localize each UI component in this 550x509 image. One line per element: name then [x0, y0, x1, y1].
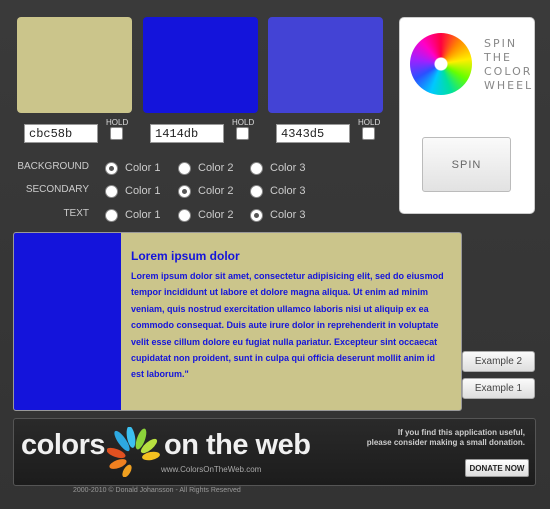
row-label-text: TEXT: [63, 208, 89, 219]
color-swatch-2: [143, 17, 258, 113]
logo-word-on-the-web: on the web: [164, 429, 311, 461]
radio-secondary-color-3[interactable]: [250, 185, 263, 198]
spin-title: SPIN THE COLOR WHEEL: [484, 37, 534, 92]
color-swatch-1: [17, 17, 132, 113]
logo-leaf-icon: [107, 427, 160, 477]
radio-label-text-color-1: Color 1: [125, 209, 161, 221]
footer-banner: colors on the web www.ColorsOnTheWeb.com…: [13, 418, 536, 486]
preview-body: Lorem ipsum dolor sit amet, consectetur …: [131, 271, 444, 380]
hex-input-1[interactable]: cbc58b: [24, 124, 98, 143]
radio-text-color-2[interactable]: [178, 209, 191, 222]
radio-label-background-color-1: Color 1: [125, 162, 161, 174]
hold-checkbox-1[interactable]: [110, 127, 123, 140]
radio-secondary-color-2[interactable]: [178, 185, 191, 198]
radio-background-color-2[interactable]: [178, 162, 191, 175]
radio-label-secondary-color-2: Color 2: [198, 185, 234, 197]
color-wheel-icon: [410, 33, 472, 95]
color-swatch-3: [268, 17, 383, 113]
radio-background-color-1[interactable]: [105, 162, 118, 175]
hold-checkbox-3[interactable]: [362, 127, 375, 140]
color-preview: Lorem ipsum dolor Lorem ipsum dolor sit …: [13, 232, 462, 411]
radio-label-secondary-color-3: Color 3: [270, 185, 306, 197]
spin-panel: SPIN THE COLOR WHEEL SPIN: [399, 17, 535, 214]
app-frame: cbc58b 1414db 4343d5 HOLD HOLD HOLD BACK…: [0, 0, 550, 509]
preview-secondary-block: [14, 233, 121, 410]
radio-background-color-3[interactable]: [250, 162, 263, 175]
example-1-button[interactable]: Example 1: [462, 378, 535, 399]
logo-word-colors: colors: [21, 429, 106, 461]
logo-url[interactable]: www.ColorsOnTheWeb.com: [161, 465, 261, 474]
radio-label-background-color-2: Color 2: [198, 162, 234, 174]
example-2-button[interactable]: Example 2: [462, 351, 535, 372]
donate-button[interactable]: DONATE NOW: [465, 459, 529, 477]
hold-label-3: HOLD: [358, 118, 381, 127]
hold-label-2: HOLD: [232, 118, 255, 127]
hex-input-3[interactable]: 4343d5: [276, 124, 350, 143]
radio-label-text-color-2: Color 2: [198, 209, 234, 221]
radio-text-color-3[interactable]: [250, 209, 263, 222]
hold-label-1: HOLD: [106, 118, 129, 127]
donate-message: If you find this application useful, ple…: [366, 428, 525, 447]
radio-label-secondary-color-1: Color 1: [125, 185, 161, 197]
copyright: 2000-2010 © Donald Johansson - All Right…: [73, 487, 241, 494]
radio-label-text-color-3: Color 3: [270, 209, 306, 221]
preview-heading: Lorem ipsum dolor: [131, 249, 240, 263]
radio-secondary-color-1[interactable]: [105, 185, 118, 198]
row-label-secondary: SECONDARY: [25, 184, 89, 195]
spin-button[interactable]: SPIN: [422, 137, 511, 192]
hold-checkbox-2[interactable]: [236, 127, 249, 140]
radio-label-background-color-3: Color 3: [270, 162, 306, 174]
radio-text-color-1[interactable]: [105, 209, 118, 222]
row-label-background: BACKGROUND: [17, 161, 89, 172]
hex-input-2[interactable]: 1414db: [150, 124, 224, 143]
